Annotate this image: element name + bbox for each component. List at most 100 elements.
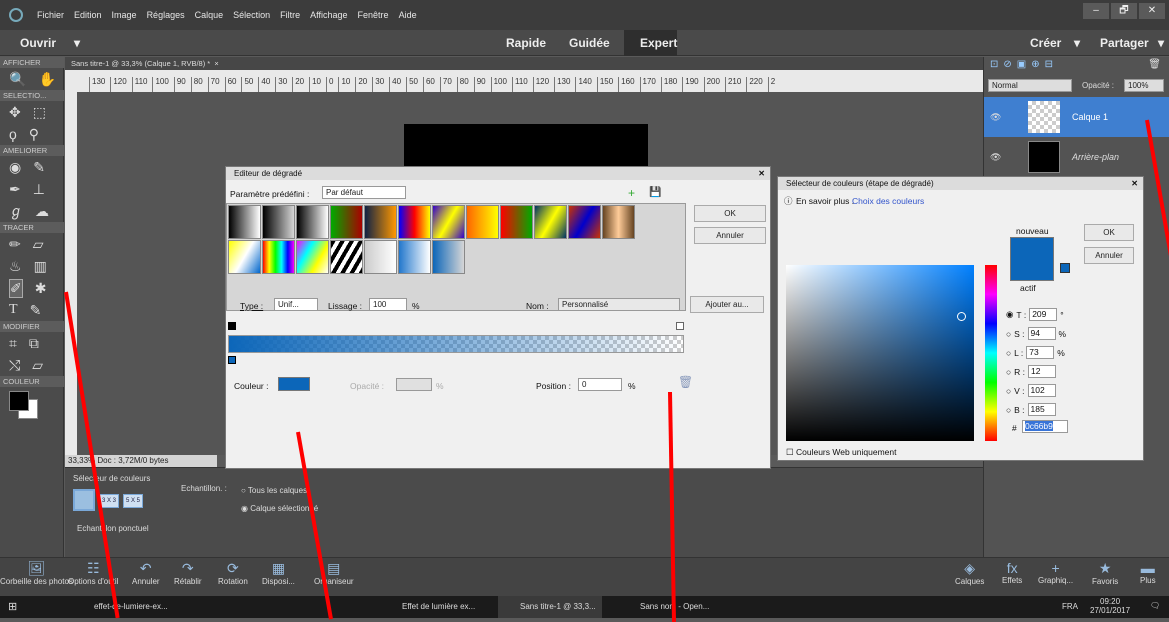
bottom-bar-panel-button[interactable]: + Graphiq... [1038, 560, 1073, 585]
menu-window[interactable]: Fenêtre [358, 10, 389, 20]
menu-help[interactable]: Aide [399, 10, 417, 20]
bottom-bar-item[interactable]: ▦ Disposi... [262, 560, 295, 586]
magic-wand-icon[interactable]: ⚲ [29, 126, 39, 143]
lasso-tool-icon[interactable]: ϙ [9, 126, 17, 142]
save-icon[interactable]: 💾 [649, 187, 661, 198]
color-mode-radio[interactable]: ○ [1006, 367, 1011, 377]
stamp-tool-icon[interactable]: ⊥ [33, 181, 45, 198]
gradient-preset-swatch[interactable] [262, 240, 295, 274]
gradient-preset-swatch[interactable] [466, 205, 499, 239]
menu-edit[interactable]: Edition [74, 10, 102, 20]
layer-tools-icons[interactable]: ⊡⊘▣⊕⊟ [990, 59, 1058, 70]
all-layers-radio[interactable]: ○ Tous les calques [241, 486, 307, 495]
document-tab-close-icon[interactable]: × [214, 59, 218, 68]
selected-layer-radio[interactable]: ◉ Calque sélectionné [241, 504, 318, 513]
menu-image[interactable]: Image [112, 10, 137, 20]
layer-row-calque1[interactable]: 👁 Calque 1 [984, 97, 1169, 137]
preset-gradient-grid[interactable] [226, 203, 686, 311]
menu-select[interactable]: Sélection [233, 10, 270, 20]
gradient-preset-swatch[interactable] [398, 205, 431, 239]
tab-expert[interactable]: Expert [640, 36, 677, 50]
sample-5x5-button[interactable]: 5 X 5 [123, 494, 143, 508]
color-field-input[interactable]: 185 [1027, 403, 1056, 416]
sponge-tool-icon[interactable]: ☁ [35, 203, 49, 220]
close-icon[interactable]: ✕ [758, 167, 765, 180]
gradient-preset-swatch[interactable] [602, 205, 635, 239]
sample-point-button[interactable] [73, 489, 95, 511]
eye-icon[interactable]: 👁 [990, 112, 1001, 123]
bottom-bar-item[interactable]: ↶ Annuler [132, 560, 160, 586]
color-mode-radio[interactable]: ○ [1006, 348, 1011, 358]
color-mode-radio[interactable]: ○ [1006, 405, 1011, 415]
close-button[interactable]: ✕ [1139, 3, 1165, 19]
color-mode-radio[interactable]: ◉ [1006, 309, 1013, 320]
menu-filter[interactable]: Filtre [280, 10, 300, 20]
marquee-tool-icon[interactable]: ⬚ [33, 104, 46, 121]
gradient-preset-swatch[interactable] [228, 240, 261, 274]
notification-icon[interactable]: 🗨 [1150, 601, 1160, 610]
gradient-preset-swatch[interactable] [534, 205, 567, 239]
gradient-preset-swatch[interactable] [228, 205, 261, 239]
color-mode-radio[interactable]: ○ [1006, 386, 1011, 396]
bottom-bar-item[interactable]: ↷ Rétablir [174, 560, 202, 586]
blend-mode-select[interactable]: Normal [988, 79, 1072, 92]
taskbar-app-explorer[interactable]: effet-de-lumiere-ex... [94, 602, 168, 611]
taskbar-app-photoshop[interactable]: Sans titre-1 @ 33,3... [498, 596, 602, 618]
brush-tool-icon[interactable]: ✒ [9, 181, 21, 198]
web-safe-icon[interactable] [1060, 263, 1070, 273]
clock[interactable]: 09:20 27/01/2017 [1090, 597, 1130, 615]
move-tool-icon[interactable]: ✥ [9, 104, 21, 121]
position-input[interactable]: 0 [578, 378, 622, 391]
open-arrow-icon[interactable]: ▾ [74, 36, 80, 50]
crop-tool-icon[interactable]: ⌗ [9, 335, 17, 352]
eraser-tool-icon[interactable]: ▱ [33, 236, 44, 253]
create-arrow-icon[interactable]: ▾ [1074, 36, 1080, 50]
custom-shape-icon[interactable]: ✱ [35, 280, 47, 297]
ok-button[interactable]: OK [1084, 224, 1134, 241]
menu-layer[interactable]: Calque [195, 10, 224, 20]
add-preset-icon[interactable]: + [628, 186, 635, 200]
language-indicator[interactable]: FRA [1062, 602, 1078, 611]
healing-brush-icon[interactable]: ✎ [33, 159, 45, 176]
maximize-button[interactable]: 🗗 [1111, 3, 1137, 19]
type-select[interactable]: Unif... [274, 298, 318, 311]
eyedropper-tool-icon[interactable]: ✐ [9, 278, 23, 298]
color-mode-radio[interactable]: ○ [1006, 329, 1011, 339]
ok-button[interactable]: OK [694, 205, 766, 222]
tab-guided[interactable]: Guidée [569, 36, 610, 50]
opacity-stop-right[interactable] [676, 322, 684, 330]
bottom-bar-panel-button[interactable]: ★ Favoris [1092, 560, 1118, 586]
gradient-preset-swatch[interactable] [262, 205, 295, 239]
learn-more-link[interactable]: Choix des couleurs [852, 196, 924, 206]
gradient-preset-swatch[interactable] [432, 240, 465, 274]
taskbar-app-firefox[interactable]: Effet de lumière ex... [402, 602, 475, 611]
text-tool-icon[interactable]: T [9, 302, 18, 318]
gradient-preview-bar[interactable] [228, 335, 684, 353]
eye-icon[interactable]: 👁 [990, 152, 1001, 163]
minimize-button[interactable]: – [1083, 3, 1109, 19]
cancel-button[interactable]: Annuler [694, 227, 766, 244]
gradient-preset-swatch[interactable] [364, 240, 397, 274]
cancel-button[interactable]: Annuler [1084, 247, 1134, 264]
gradient-preset-swatch[interactable] [364, 205, 397, 239]
red-eye-tool-icon[interactable]: ◉ [9, 159, 21, 176]
hand-tool-icon[interactable]: ✋ [38, 71, 55, 88]
recompose-tool-icon[interactable]: ⧉ [29, 335, 39, 352]
gradient-preset-swatch[interactable] [432, 205, 465, 239]
pencil-tool-icon[interactable]: ✏ [9, 236, 21, 253]
gradient-preset-swatch[interactable] [296, 240, 329, 274]
close-icon[interactable]: ✕ [1131, 177, 1138, 190]
document-tab[interactable]: Sans titre-1 @ 33,3% (Calque 1, RVB/8) *… [65, 57, 983, 70]
gradient-tool-icon[interactable]: ▥ [34, 258, 47, 275]
name-input[interactable]: Personnalisé [558, 298, 680, 311]
tab-quick[interactable]: Rapide [506, 36, 546, 50]
bottom-bar-panel-button[interactable]: ▬ Plus [1140, 560, 1156, 585]
web-colors-checkbox[interactable]: ☐ Couleurs Web uniquement [786, 447, 896, 458]
gradient-preset-swatch[interactable] [296, 205, 329, 239]
opacity-input[interactable]: 100% [1124, 79, 1164, 92]
zoom-tool-icon[interactable]: 🔍 [9, 71, 26, 88]
gradient-preset-swatch[interactable] [568, 205, 601, 239]
color-field-input[interactable]: 209 [1029, 308, 1058, 321]
color-field-input[interactable]: 94 [1027, 327, 1056, 340]
gradient-preset-swatch[interactable] [330, 240, 363, 274]
